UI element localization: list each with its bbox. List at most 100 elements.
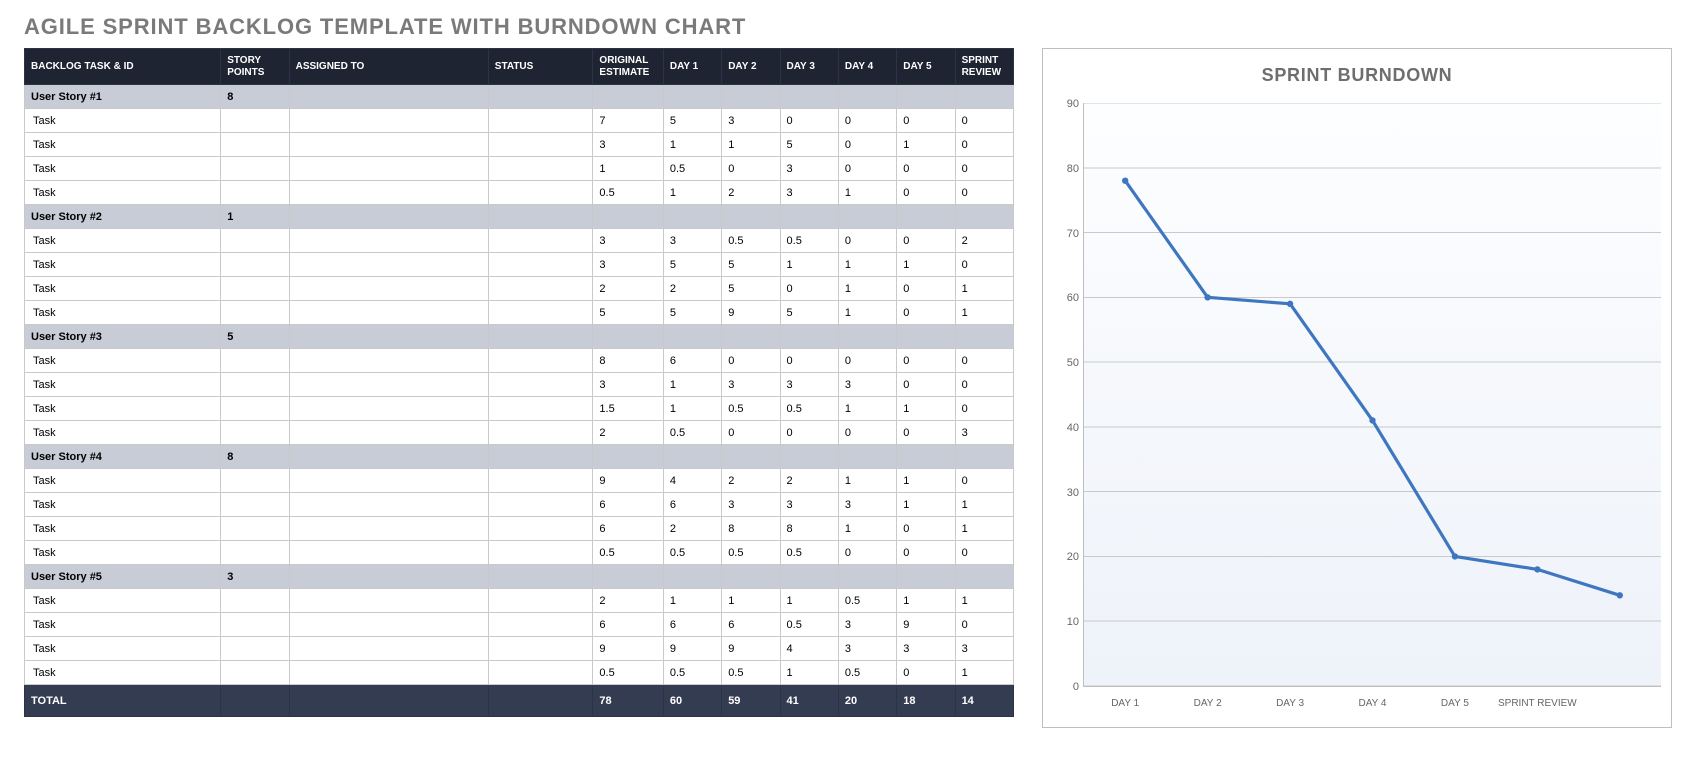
- cell[interactable]: 1: [897, 493, 955, 517]
- task-row[interactable]: Task1.510.50.5110: [25, 397, 1014, 421]
- cell[interactable]: [221, 589, 289, 613]
- cell[interactable]: User Story #3: [25, 325, 221, 349]
- cell[interactable]: 0: [955, 109, 1013, 133]
- cell[interactable]: Task: [25, 133, 221, 157]
- cell[interactable]: 0.5: [722, 661, 780, 685]
- cell[interactable]: 0.5: [722, 397, 780, 421]
- cell[interactable]: 1: [897, 469, 955, 493]
- cell[interactable]: [488, 157, 593, 181]
- cell[interactable]: [780, 205, 838, 229]
- cell[interactable]: 0.5: [663, 661, 721, 685]
- cell[interactable]: 2: [663, 517, 721, 541]
- cell[interactable]: 1: [955, 517, 1013, 541]
- cell[interactable]: 2: [780, 469, 838, 493]
- cell[interactable]: 0.5: [780, 229, 838, 253]
- cell[interactable]: 0: [780, 349, 838, 373]
- cell[interactable]: 3: [955, 637, 1013, 661]
- cell[interactable]: [780, 565, 838, 589]
- cell[interactable]: [488, 445, 593, 469]
- cell[interactable]: 6: [663, 613, 721, 637]
- cell[interactable]: 1: [955, 589, 1013, 613]
- cell[interactable]: 1: [838, 397, 896, 421]
- cell[interactable]: [838, 325, 896, 349]
- cell[interactable]: [593, 445, 663, 469]
- cell[interactable]: 0: [897, 277, 955, 301]
- cell[interactable]: [488, 253, 593, 277]
- cell[interactable]: 0: [897, 157, 955, 181]
- cell[interactable]: 1: [838, 181, 896, 205]
- cell[interactable]: [488, 85, 593, 109]
- cell[interactable]: [289, 661, 488, 685]
- cell[interactable]: 0: [838, 541, 896, 565]
- cell[interactable]: 5: [780, 301, 838, 325]
- cell[interactable]: Task: [25, 109, 221, 133]
- cell[interactable]: 0: [897, 421, 955, 445]
- task-row[interactable]: Task10.503000: [25, 157, 1014, 181]
- cell[interactable]: [289, 349, 488, 373]
- cell[interactable]: Task: [25, 589, 221, 613]
- cell[interactable]: [221, 661, 289, 685]
- cell[interactable]: [289, 469, 488, 493]
- cell[interactable]: 1: [593, 157, 663, 181]
- cell[interactable]: 4: [780, 637, 838, 661]
- task-row[interactable]: Task330.50.5002: [25, 229, 1014, 253]
- cell[interactable]: 0: [838, 421, 896, 445]
- cell[interactable]: 3: [663, 229, 721, 253]
- cell[interactable]: 1: [780, 253, 838, 277]
- task-row[interactable]: Task9422110: [25, 469, 1014, 493]
- cell[interactable]: [955, 565, 1013, 589]
- cell[interactable]: 1: [838, 469, 896, 493]
- cell[interactable]: 5: [221, 325, 289, 349]
- cell[interactable]: [838, 85, 896, 109]
- cell[interactable]: 3: [780, 181, 838, 205]
- cell[interactable]: 9: [722, 637, 780, 661]
- cell[interactable]: 0: [955, 253, 1013, 277]
- cell[interactable]: 5: [663, 301, 721, 325]
- cell[interactable]: [221, 301, 289, 325]
- cell[interactable]: [289, 301, 488, 325]
- cell[interactable]: [722, 205, 780, 229]
- cell[interactable]: [488, 613, 593, 637]
- cell[interactable]: 0: [955, 469, 1013, 493]
- cell[interactable]: [289, 205, 488, 229]
- cell[interactable]: 3: [722, 493, 780, 517]
- cell[interactable]: [955, 85, 1013, 109]
- cell[interactable]: 0: [780, 277, 838, 301]
- cell[interactable]: 0: [955, 181, 1013, 205]
- cell[interactable]: 0: [897, 349, 955, 373]
- cell[interactable]: Task: [25, 277, 221, 301]
- cell[interactable]: 5: [780, 133, 838, 157]
- task-row[interactable]: Task3133300: [25, 373, 1014, 397]
- cell[interactable]: Task: [25, 181, 221, 205]
- cell[interactable]: 1: [897, 253, 955, 277]
- cell[interactable]: [488, 325, 593, 349]
- cell[interactable]: 5: [722, 253, 780, 277]
- cell[interactable]: [488, 133, 593, 157]
- cell[interactable]: 6: [593, 613, 663, 637]
- cell[interactable]: 1: [897, 589, 955, 613]
- cell[interactable]: [221, 469, 289, 493]
- story-row[interactable]: User Story #53: [25, 565, 1014, 589]
- cell[interactable]: 2: [593, 277, 663, 301]
- cell[interactable]: [289, 493, 488, 517]
- cell[interactable]: 9: [897, 613, 955, 637]
- cell[interactable]: 1.5: [593, 397, 663, 421]
- cell[interactable]: Task: [25, 493, 221, 517]
- cell[interactable]: [780, 445, 838, 469]
- cell[interactable]: 1: [722, 133, 780, 157]
- cell[interactable]: Task: [25, 541, 221, 565]
- cell[interactable]: 1: [722, 589, 780, 613]
- cell[interactable]: [663, 325, 721, 349]
- cell[interactable]: [897, 325, 955, 349]
- cell[interactable]: Task: [25, 157, 221, 181]
- cell[interactable]: 1: [838, 253, 896, 277]
- cell[interactable]: 2: [593, 589, 663, 613]
- cell[interactable]: 1: [897, 397, 955, 421]
- cell[interactable]: 0.5: [780, 541, 838, 565]
- cell[interactable]: [488, 469, 593, 493]
- cell[interactable]: [289, 637, 488, 661]
- cell[interactable]: [221, 349, 289, 373]
- cell[interactable]: [663, 85, 721, 109]
- cell[interactable]: 2: [593, 421, 663, 445]
- cell[interactable]: 0: [722, 157, 780, 181]
